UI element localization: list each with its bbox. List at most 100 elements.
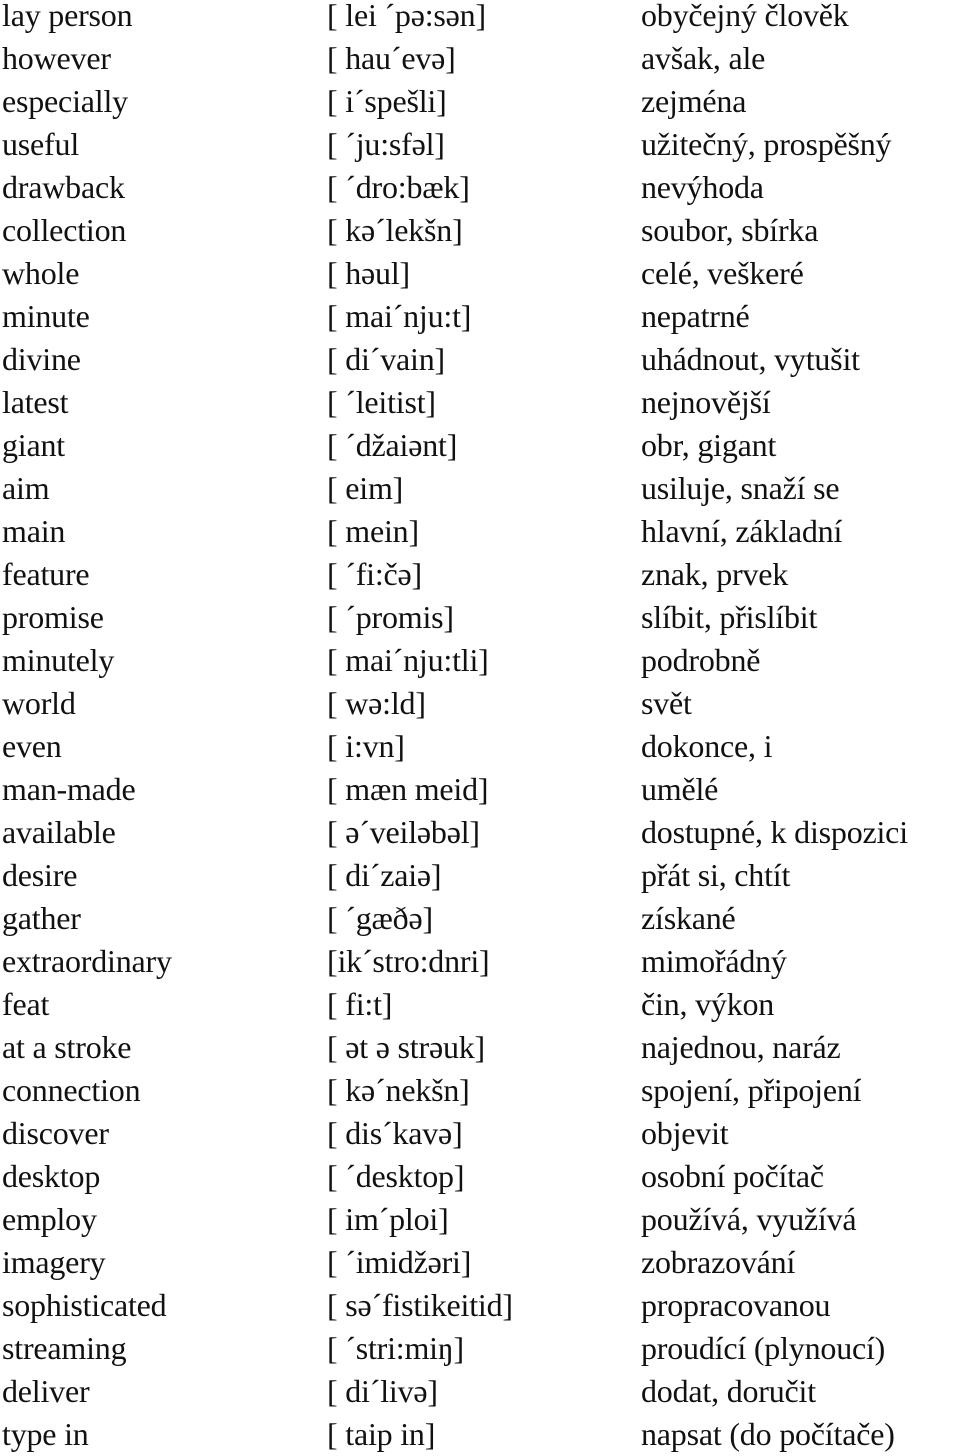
vocabulary-row: however [ hau´evə] avšak, ale xyxy=(0,37,960,80)
czech-translation: zejména xyxy=(641,83,747,119)
english-term: desire xyxy=(2,857,78,893)
pronunciation: [ mæn meid] xyxy=(327,771,489,807)
czech-translation: obyčejný člověk xyxy=(641,0,849,33)
czech-translation: obr, gigant xyxy=(641,427,777,463)
czech-translation: užitečný, prospěšný xyxy=(641,126,892,162)
vocabulary-row: whole [ həul] celé, veškeré xyxy=(0,252,960,295)
english-term: aim xyxy=(2,470,50,506)
czech-translation: nevýhoda xyxy=(641,169,764,205)
czech-translation: soubor, sbírka xyxy=(641,212,819,248)
czech-translation: propracovanou xyxy=(641,1287,831,1323)
pronunciation: [ lei ´pə:sən] xyxy=(327,0,486,33)
vocabulary-row: feat [ fi:t] čin, výkon xyxy=(0,983,960,1026)
vocabulary-row: aim [ eim] usiluje, snaží se xyxy=(0,467,960,510)
vocabulary-row: connection [ kə´nekšn] spojení, připojen… xyxy=(0,1069,960,1112)
english-term: even xyxy=(2,728,62,764)
czech-translation: napsat (do počítače) xyxy=(641,1416,895,1452)
czech-translation: slíbit, přislíbit xyxy=(641,599,818,635)
vocabulary-row: sophisticated [ sə´fistikeitid] propraco… xyxy=(0,1284,960,1327)
vocabulary-row: at a stroke [ ət ə strəuk] najednou, nar… xyxy=(0,1026,960,1069)
czech-translation: dodat, doručit xyxy=(641,1373,816,1409)
vocabulary-row: main [ mein] hlavní, základní xyxy=(0,510,960,553)
english-term: latest xyxy=(2,384,69,420)
pronunciation: [ mai´nju:tli] xyxy=(327,642,489,678)
english-term: minute xyxy=(2,298,90,334)
english-term: man-made xyxy=(2,771,136,807)
pronunciation: [ dis´kavə] xyxy=(327,1115,463,1151)
english-term: at a stroke xyxy=(2,1029,132,1065)
czech-translation: dostupné, k dispozici xyxy=(641,814,908,850)
czech-translation: avšak, ale xyxy=(641,40,766,76)
czech-translation: proudící (plynoucí) xyxy=(641,1330,886,1366)
english-term: feat xyxy=(2,986,50,1022)
pronunciation: [ ´promis] xyxy=(327,599,454,635)
czech-translation: nejnovější xyxy=(641,384,771,420)
english-term: available xyxy=(2,814,116,850)
vocabulary-row: minutely [ mai´nju:tli] podrobně xyxy=(0,639,960,682)
vocabulary-row: imagery [ ´imidžəri] zobrazování xyxy=(0,1241,960,1284)
czech-translation: spojení, připojení xyxy=(641,1072,862,1108)
english-term: feature xyxy=(2,556,90,592)
vocabulary-row: desire [ di´zaiə] přát si, chtít xyxy=(0,854,960,897)
english-term: imagery xyxy=(2,1244,106,1280)
vocabulary-row: streaming [ ´stri:miŋ] proudící (plynouc… xyxy=(0,1327,960,1370)
english-term: lay person xyxy=(2,0,133,33)
czech-translation: čin, výkon xyxy=(641,986,775,1022)
czech-translation: najednou, naráz xyxy=(641,1029,841,1065)
czech-translation: usiluje, snaží se xyxy=(641,470,840,506)
pronunciation: [ di´livə] xyxy=(327,1373,438,1409)
vocabulary-list: lay person [ lei ´pə:sən] obyčejný člově… xyxy=(0,0,960,1456)
pronunciation: [ sə´fistikeitid] xyxy=(327,1287,513,1323)
vocabulary-row: desktop [ ´desktop] osobní počítač xyxy=(0,1155,960,1198)
czech-translation: přát si, chtít xyxy=(641,857,791,893)
pronunciation: [ ´džaiənt] xyxy=(327,427,458,463)
vocabulary-row: even [ i:vn] dokonce, i xyxy=(0,725,960,768)
vocabulary-row: useful [ ´ju:sfəl] užitečný, prospěšný xyxy=(0,123,960,166)
pronunciation: [ ə´veiləbəl] xyxy=(327,814,480,850)
vocabulary-row: discover [ dis´kavə] objevit xyxy=(0,1112,960,1155)
czech-translation: používá, využívá xyxy=(641,1201,857,1237)
vocabulary-row: divine [ di´vain] uhádnout, vytušit xyxy=(0,338,960,381)
pronunciation: [ ´imidžəri] xyxy=(327,1244,472,1280)
vocabulary-row: collection [ kə´lekšn] soubor, sbírka xyxy=(0,209,960,252)
pronunciation: [ ´desktop] xyxy=(327,1158,465,1194)
english-term: world xyxy=(2,685,76,721)
vocabulary-row: promise [ ´promis] slíbit, přislíbit xyxy=(0,596,960,639)
czech-translation: dokonce, i xyxy=(641,728,773,764)
english-term: type in xyxy=(2,1416,89,1452)
english-term: useful xyxy=(2,126,80,162)
english-term: minutely xyxy=(2,642,115,678)
vocabulary-row: type in [ taip in] napsat (do počítače) xyxy=(0,1413,960,1456)
pronunciation: [ eim] xyxy=(327,470,404,506)
czech-translation: zobrazování xyxy=(641,1244,796,1280)
vocabulary-row: drawback [ ´dro:bæk] nevýhoda xyxy=(0,166,960,209)
pronunciation: [ ət ə strəuk] xyxy=(327,1029,486,1065)
pronunciation: [ taip in] xyxy=(327,1416,436,1452)
czech-translation: uhádnout, vytušit xyxy=(641,341,860,377)
pronunciation: [ i´spešli] xyxy=(327,83,447,119)
english-term: employ xyxy=(2,1201,97,1237)
english-term: extraordinary xyxy=(2,943,172,979)
pronunciation: [ ´gæðə] xyxy=(327,900,433,936)
vocabulary-row: man-made [ mæn meid] umělé xyxy=(0,768,960,811)
czech-translation: znak, prvek xyxy=(641,556,789,592)
czech-translation: umělé xyxy=(641,771,719,807)
pronunciation: [ kə´lekšn] xyxy=(327,212,463,248)
vocabulary-row: minute [ mai´nju:t] nepatrné xyxy=(0,295,960,338)
english-term: collection xyxy=(2,212,127,248)
pronunciation: [ həul] xyxy=(327,255,411,291)
pronunciation: [ im´ploi] xyxy=(327,1201,449,1237)
pronunciation: [ i:vn] xyxy=(327,728,405,764)
czech-translation: získané xyxy=(641,900,736,936)
english-term: sophisticated xyxy=(2,1287,167,1323)
vocabulary-row: gather [ ´gæðə] získané xyxy=(0,897,960,940)
pronunciation: [ wə:ld] xyxy=(327,685,426,721)
english-term: especially xyxy=(2,83,128,119)
english-term: divine xyxy=(2,341,81,377)
pronunciation: [ mai´nju:t] xyxy=(327,298,472,334)
vocabulary-row: extraordinary [ik´stro:dnri] mimořádný xyxy=(0,940,960,983)
english-term: giant xyxy=(2,427,65,463)
czech-translation: celé, veškeré xyxy=(641,255,804,291)
vocabulary-row: especially [ i´spešli] zejména xyxy=(0,80,960,123)
english-term: main xyxy=(2,513,66,549)
